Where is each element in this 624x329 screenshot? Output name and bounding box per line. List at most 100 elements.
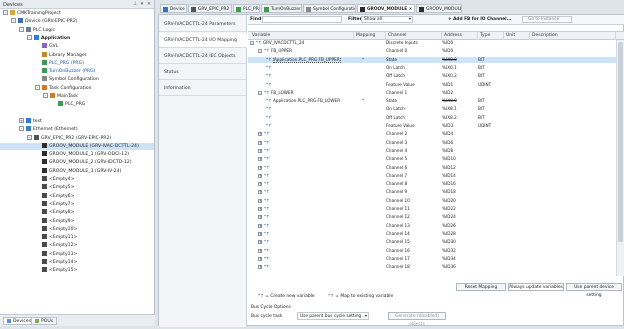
variable-cell[interactable]: *↑ Application.PLC_PRG.FB_UPPER (266, 56, 354, 64)
variable-cell[interactable]: + *↑ (258, 148, 354, 155)
table-row[interactable]: + *↑ Channel 2 %ID4 (248, 131, 624, 138)
tree-item[interactable]: <Empty9> (0, 217, 154, 225)
table-row[interactable]: + *↑ Channel 5 %ID10 (248, 156, 624, 163)
table-row[interactable]: - *↑ GRV_IVACDCTTL_24 Discrete Inputs %ID0 (248, 40, 624, 47)
variable-cell[interactable]: *↑ (266, 65, 354, 72)
table-row[interactable]: + *↑ Channel 16 %ID32 (248, 248, 624, 255)
table-row[interactable]: *↑ Application.PLC_PRG.FB_LOWER * State %IX… (248, 98, 624, 105)
variable-cell[interactable]: + *↑ (258, 131, 354, 138)
expand-toggle-icon[interactable]: + (258, 165, 262, 170)
variable-cell[interactable]: *↑ (266, 115, 354, 122)
variable-cell[interactable]: - *↑ FB_LOWER (258, 90, 354, 97)
column-header[interactable]: Description (530, 32, 616, 40)
table-row[interactable]: + *↑ Channel 17 %ID34 (248, 256, 624, 263)
tab-symbol-configuration[interactable]: Symbol Configuration (303, 4, 356, 13)
pin-icon[interactable]: ⊥ (132, 2, 138, 7)
variable-cell[interactable]: + *↑ (258, 173, 354, 180)
add-fb-button[interactable]: + Add FB for IO Channel... (448, 17, 511, 22)
tab-turnonbuzzer[interactable]: TurnOnBuzzer (261, 4, 302, 13)
bus-cycle-task-select[interactable]: Use parent bus cycle setting ▾ (297, 312, 369, 320)
tree-item[interactable]: GROOV_MODULE_1 (GRV-ODCI-12) (0, 151, 154, 158)
table-row[interactable]: *↑ On Latch %IX0.1 BIT (248, 65, 624, 72)
expand-toggle-icon[interactable]: + (258, 215, 262, 220)
tree-item[interactable]: GVL (0, 43, 154, 50)
tree-item[interactable]: - MainTask (0, 93, 154, 100)
tree-item[interactable]: <Empty10> (0, 225, 154, 233)
variable-cell[interactable]: + *↑ (258, 189, 354, 196)
table-row[interactable]: *↑ Off Latch %IX0.2 BIT (248, 73, 624, 80)
table-row[interactable]: + *↑ Channel 11 %ID22 (248, 206, 624, 213)
variable-cell[interactable]: *↑ (266, 73, 354, 80)
tree-item[interactable]: GROOV_MODULE_3 (GRV-IV-24) (0, 167, 154, 175)
collapse-toggle-icon[interactable]: - (11, 18, 16, 24)
expand-toggle-icon[interactable]: + (19, 117, 24, 123)
variable-cell[interactable]: + *↑ (258, 214, 354, 221)
expand-toggle-icon[interactable]: + (258, 231, 262, 236)
variable-cell[interactable]: + *↑ (258, 206, 354, 213)
column-header[interactable]: Address (442, 32, 478, 40)
column-header[interactable]: Type (478, 32, 504, 40)
tree-item[interactable]: <Empty6> (0, 192, 154, 200)
tree-item[interactable]: - GRV_EPIC_PR2 (GRV-EPIC-PR2) (0, 134, 154, 142)
expand-toggle-icon[interactable]: + (258, 198, 262, 203)
tree-item[interactable]: GROOV_MODULE (GRV-IVAC-DCTTL-24) (0, 142, 154, 150)
variable-cell[interactable]: - *↑ GRV_IVACDCTTL_24 (250, 40, 354, 47)
tab-pous[interactable]: POUs (31, 317, 58, 325)
tree-item[interactable]: <Empty11> (0, 234, 154, 241)
tree-item[interactable] (0, 110, 154, 117)
table-row[interactable]: *↑ Feature Value %ID1 UDINT (248, 82, 624, 89)
tree-item[interactable]: - Device (GRV-EPIC-PR2) (0, 18, 154, 25)
table-row[interactable]: + *↑ Channel 15 %ID30 (248, 239, 624, 246)
goto-instance-button[interactable]: Go to Instance (522, 16, 572, 23)
tree-item[interactable]: - CMKTrainingProject (0, 10, 154, 17)
reset-mapping-button[interactable]: Reset Mapping (456, 283, 506, 291)
variable-cell[interactable]: *↑ (266, 106, 354, 113)
tab-plc-prg[interactable]: PLC_PRG (233, 4, 260, 13)
tree-item[interactable]: <Empty8> (0, 209, 154, 216)
table-row[interactable]: *↑ Feature Value %ID3 UDINT (248, 123, 624, 130)
table-row[interactable]: + *↑ Channel 12 %ID24 (248, 214, 624, 221)
collapse-toggle-icon[interactable]: - (250, 41, 254, 45)
column-header[interactable]: Variable (250, 32, 354, 40)
tree-item[interactable]: Library Manager (0, 51, 154, 59)
tree-item[interactable]: <Empty14> (0, 259, 154, 266)
tree-item[interactable]: + test (0, 117, 154, 125)
tree-item[interactable]: <Empty13> (0, 250, 154, 258)
variable-cell[interactable]: *↑ (266, 123, 354, 130)
grid-scrollbar[interactable] (616, 40, 624, 276)
collapse-toggle-icon[interactable]: - (27, 34, 32, 40)
variable-cell[interactable]: + *↑ (258, 248, 354, 255)
collapse-toggle-icon[interactable]: - (3, 10, 8, 15)
column-header[interactable]: Channel (386, 32, 442, 40)
table-row[interactable]: + *↑ Channel 9 %ID18 (248, 189, 624, 196)
side-nav-item[interactable]: GRV-IVACDCTTL-24 IEC Objects (159, 49, 247, 64)
expand-toggle-icon[interactable]: + (258, 132, 262, 137)
tab-grv-epic-pr2[interactable]: GRV_EPIC_PR2 (188, 4, 232, 13)
table-row[interactable]: + *↑ Channel 13 %ID26 (248, 223, 624, 230)
use-parent-select[interactable]: Use parent device setting (566, 283, 622, 298)
table-row[interactable]: + *↑ Channel 18 %ID36 (248, 264, 624, 271)
expand-toggle-icon[interactable]: + (258, 190, 262, 195)
expand-toggle-icon[interactable]: + (258, 248, 262, 253)
collapse-toggle-icon[interactable]: - (43, 93, 48, 98)
variable-cell[interactable]: + *↑ (258, 256, 354, 263)
tree-item[interactable]: TurnOnBuzzer (PRG) (0, 68, 154, 75)
variable-cell[interactable]: + *↑ (258, 181, 354, 188)
variable-cell[interactable]: + *↑ (258, 165, 354, 172)
tree-item[interactable]: - Application (0, 34, 154, 42)
tree-item[interactable]: PLC_PRG (PRG) (0, 59, 154, 67)
table-row[interactable]: + *↑ Channel 10 %ID20 (248, 198, 624, 205)
side-nav-item[interactable]: Information (159, 81, 247, 96)
side-nav-item[interactable]: GRV-IVACDCTTL-24 Parameters (159, 17, 247, 32)
expand-toggle-icon[interactable]: + (258, 207, 262, 211)
expand-toggle-icon[interactable]: + (258, 148, 262, 153)
tree-item[interactable]: <Empty7> (0, 200, 154, 208)
find-input[interactable] (262, 16, 342, 23)
collapse-toggle-icon[interactable]: - (258, 90, 262, 95)
table-row[interactable]: - *↑ FB_UPPER Channel 0 %ID0 (248, 48, 624, 55)
expand-toggle-icon[interactable]: + (258, 256, 262, 261)
table-row[interactable]: + *↑ Channel 3 %ID6 (248, 140, 624, 147)
variable-cell[interactable]: + *↑ (258, 198, 354, 205)
column-header[interactable]: Mapping (354, 32, 386, 40)
always-update-select[interactable]: Always update variables (508, 283, 564, 291)
